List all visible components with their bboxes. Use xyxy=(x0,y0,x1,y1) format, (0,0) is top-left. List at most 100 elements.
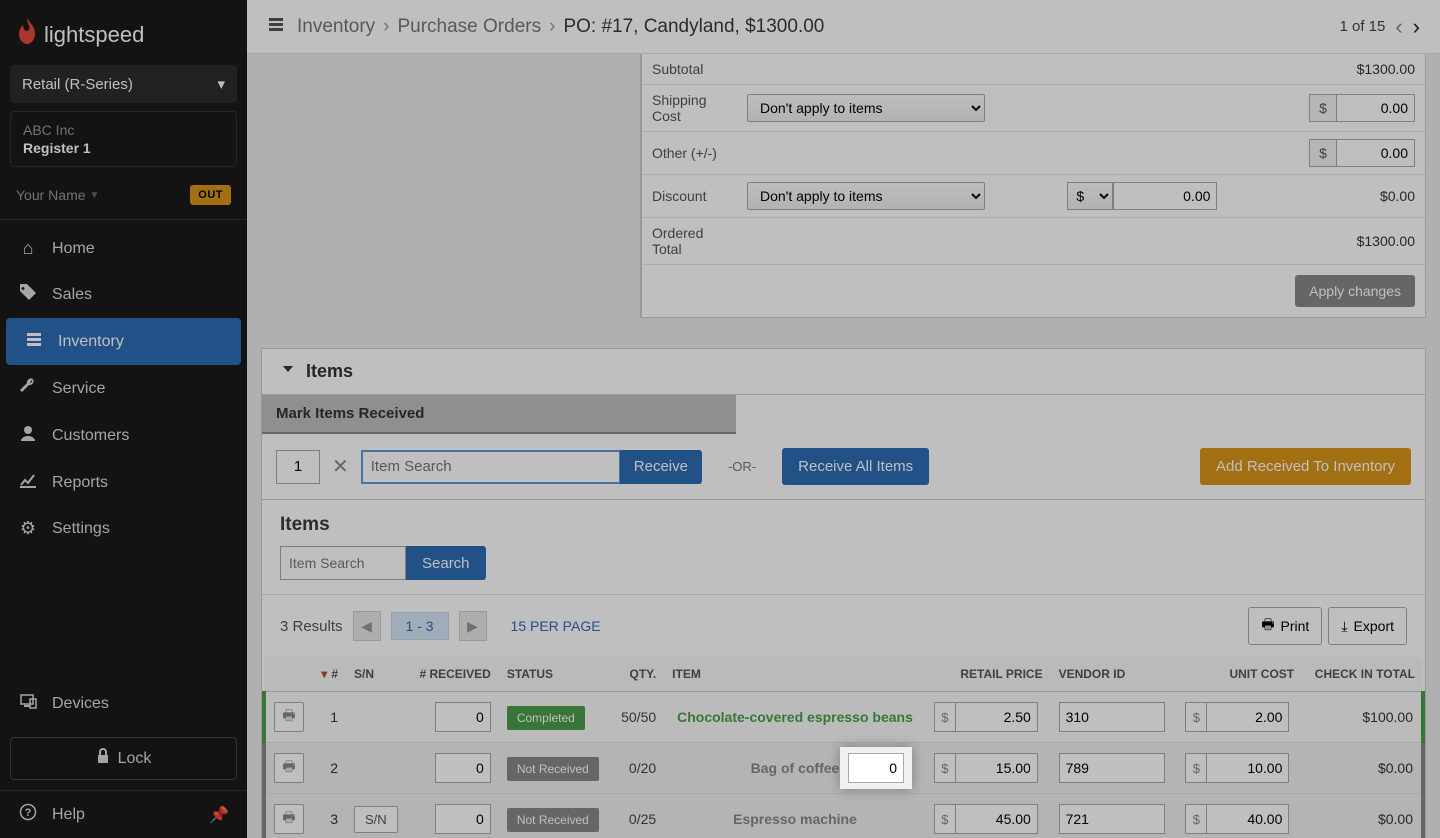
shipping-select[interactable]: Don't apply to items xyxy=(747,94,985,122)
devices-icon xyxy=(18,692,38,715)
col-checkin[interactable]: CHECK IN TOTAL xyxy=(1302,657,1423,692)
currency-symbol: $ xyxy=(1185,702,1207,732)
chevron-right-icon: › xyxy=(383,16,389,38)
row-print-button[interactable]: 🖶 xyxy=(274,753,304,783)
export-icon: ⤓ xyxy=(1341,618,1347,635)
receive-qty-input[interactable] xyxy=(276,450,320,484)
retail-price-input[interactable] xyxy=(956,753,1038,783)
print-button[interactable]: 🖶Print xyxy=(1248,607,1322,645)
receive-all-button[interactable]: Receive All Items xyxy=(782,448,929,485)
vendor-id-input[interactable] xyxy=(1059,753,1165,783)
nav-inventory[interactable]: Inventory xyxy=(6,318,241,365)
nav-devices[interactable]: Devices xyxy=(0,680,247,727)
logo: lightspeed xyxy=(0,0,247,65)
pager-next[interactable]: › xyxy=(1413,14,1420,40)
currency-symbol: $ xyxy=(934,753,956,783)
nav-home[interactable]: ⌂Home xyxy=(0,226,247,271)
item-search-input[interactable] xyxy=(361,450,621,484)
row-num: 1 xyxy=(312,692,346,743)
col-vendor[interactable]: VENDOR ID xyxy=(1051,657,1178,692)
col-status[interactable]: STATUS xyxy=(499,657,611,692)
row-num: 2 xyxy=(312,743,346,794)
add-received-to-inventory-button[interactable]: Add Received To Inventory xyxy=(1200,448,1411,485)
or-separator: -OR- xyxy=(728,459,756,474)
pin-button[interactable]: 📌 xyxy=(191,793,247,837)
item-link[interactable]: Chocolate-covered espresso beans xyxy=(672,709,918,725)
nav-sales[interactable]: Sales xyxy=(0,271,247,318)
unit-cost-input[interactable] xyxy=(1207,753,1289,783)
discount-input[interactable] xyxy=(1113,182,1217,210)
received-input[interactable] xyxy=(435,702,491,732)
flame-icon xyxy=(16,18,38,51)
print-icon: 🖶 xyxy=(1261,614,1274,638)
row-qty: 0/20 xyxy=(611,743,664,794)
company-box[interactable]: ABC Inc Register 1 xyxy=(10,111,237,167)
nav-service[interactable]: Service xyxy=(0,365,247,412)
breadcrumb-current: PO: #17, Candyland, $1300.00 xyxy=(563,16,824,38)
retail-price-input[interactable] xyxy=(956,702,1038,732)
row-print-button[interactable]: 🖶 xyxy=(274,702,304,732)
export-button[interactable]: ⤓Export xyxy=(1328,607,1407,645)
lock-icon xyxy=(96,748,110,769)
unit-cost-input[interactable] xyxy=(1207,702,1289,732)
other-input[interactable] xyxy=(1337,139,1415,167)
stack-icon xyxy=(267,15,285,38)
col-item[interactable]: ITEM xyxy=(664,657,926,692)
chevron-down-icon xyxy=(280,361,296,382)
apply-changes-button[interactable]: Apply changes xyxy=(1295,275,1415,307)
pin-icon: 📌 xyxy=(209,807,229,824)
ordered-value: $1300.00 xyxy=(1269,218,1426,265)
receive-button[interactable]: Receive xyxy=(620,450,702,484)
home-icon: ⌂ xyxy=(18,238,38,259)
received-input[interactable] xyxy=(435,804,491,834)
shipping-input[interactable] xyxy=(1337,94,1415,122)
checkin-total: $0.00 xyxy=(1302,743,1423,794)
items-header[interactable]: Items xyxy=(262,349,1425,395)
received-input-highlighted[interactable] xyxy=(848,753,904,783)
out-badge[interactable]: OUT xyxy=(190,185,231,205)
col-received[interactable]: # RECEIVED xyxy=(408,657,499,692)
tag-icon xyxy=(18,283,38,306)
pager-prev[interactable]: ‹ xyxy=(1395,14,1402,40)
other-label: Other (+/-) xyxy=(642,132,737,175)
col-sn[interactable]: S/N xyxy=(346,657,408,692)
lock-button[interactable]: Lock xyxy=(10,737,237,780)
sn-button[interactable]: S/N xyxy=(354,806,398,833)
product-selector[interactable]: Retail (R-Series) ▾ xyxy=(10,65,237,103)
subtotal-value: $1300.00 xyxy=(1269,54,1426,85)
currency-symbol: $ xyxy=(1309,139,1337,167)
chevron-right-icon: › xyxy=(549,16,555,38)
page-next[interactable]: ▶ xyxy=(459,611,487,641)
discount-select[interactable]: Don't apply to items xyxy=(747,182,985,210)
company-name: ABC Inc xyxy=(23,122,224,138)
per-page-selector[interactable]: 15 PER PAGE xyxy=(511,618,601,634)
currency-symbol: $ xyxy=(1185,753,1207,783)
col-unit[interactable]: UNIT COST xyxy=(1177,657,1302,692)
col-qty[interactable]: QTY. xyxy=(611,657,664,692)
col-retail[interactable]: RETAIL PRICE xyxy=(926,657,1051,692)
received-input[interactable] xyxy=(435,753,491,783)
row-print-button[interactable]: 🖶 xyxy=(274,804,304,834)
breadcrumb-purchase-orders[interactable]: Purchase Orders xyxy=(397,16,541,38)
user-menu[interactable]: Your Name ▼ xyxy=(16,187,99,203)
nav-help[interactable]: ?Help xyxy=(0,791,191,838)
vendor-id-input[interactable] xyxy=(1059,804,1165,834)
breadcrumb-inventory[interactable]: Inventory xyxy=(297,16,375,38)
discount-unit-select[interactable]: $ xyxy=(1067,182,1113,210)
mark-received-header: Mark Items Received xyxy=(262,395,736,434)
search-button[interactable]: Search xyxy=(406,546,486,580)
vendor-id-input[interactable] xyxy=(1059,702,1165,732)
subtotal-label: Subtotal xyxy=(642,54,737,85)
nav-customers[interactable]: Customers xyxy=(0,412,247,459)
retail-price-input[interactable] xyxy=(956,804,1038,834)
nav-reports[interactable]: Reports xyxy=(0,459,247,506)
table-row: 🖶 1 Completed 50/50 Chocolate-covered es… xyxy=(264,692,1423,743)
page-prev[interactable]: ◀ xyxy=(353,611,381,641)
items-filter-input[interactable] xyxy=(280,546,406,580)
unit-cost-input[interactable] xyxy=(1207,804,1289,834)
col-num[interactable]: ▾# xyxy=(312,657,346,692)
checkin-total: $100.00 xyxy=(1302,692,1423,743)
breadcrumb-bar: Inventory › Purchase Orders › PO: #17, C… xyxy=(247,0,1440,54)
nav-settings[interactable]: ⚙Settings xyxy=(0,506,247,551)
item-link[interactable]: Espresso machine xyxy=(672,811,918,827)
